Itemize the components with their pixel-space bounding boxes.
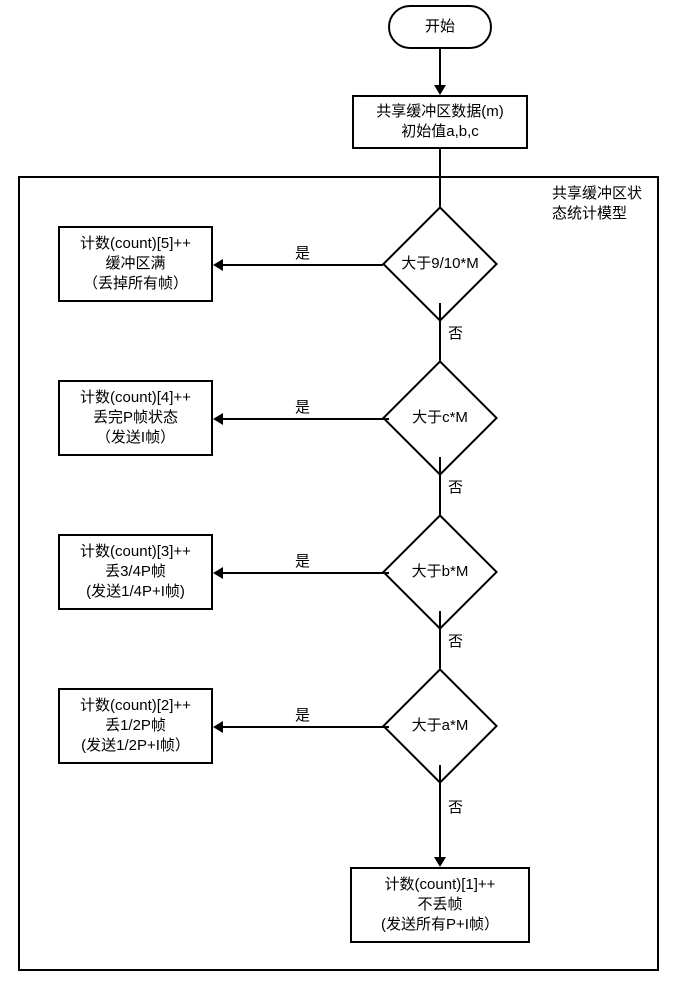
yes-label: 是 [295,552,310,572]
p5-line3: (发送所有P+I帧） [381,915,499,935]
p3-line1: 计数(count)[3]++ [80,542,191,562]
arrow-left-icon [213,413,223,425]
p2-line1: 计数(count)[4]++ [80,388,191,408]
arrow-down-icon [434,85,446,95]
module-title-l2: 态统计模型 [552,205,627,222]
no-label: 否 [448,632,463,652]
p3-line3: (发送1/4P+I帧) [86,582,185,602]
p1-line1: 计数(count)[5]++ [80,234,191,254]
p5-line1: 计数(count)[1]++ [385,875,496,895]
p3-node: 计数(count)[3]++ 丢3/4P帧 (发送1/4P+I帧) [58,534,213,610]
decision-d3: 大于b*M [373,532,507,612]
p2-line3: （发送I帧） [96,428,175,448]
start-label: 开始 [425,17,455,37]
yes-label: 是 [295,706,310,726]
p2-line2: 丢完P帧状态 [93,408,178,428]
decision-d2: 大于c*M [373,378,507,458]
edge-line [223,726,389,728]
p5-node: 计数(count)[1]++ 不丢帧 (发送所有P+I帧） [350,867,530,943]
init-line2: 初始值a,b,c [401,122,479,142]
init-line1: 共享缓冲区数据(m) [376,102,504,122]
p1-line2: 缓冲区满 [105,254,165,274]
arrow-left-icon [213,259,223,271]
edge-line [439,49,441,87]
edge-line [223,264,383,266]
module-title: 共享缓冲区状 态统计模型 [552,184,654,223]
p5-line2: 不丢帧 [417,895,462,915]
arrow-down-icon [434,857,446,867]
no-label: 否 [448,324,463,344]
decision-d1: 大于9/10*M [367,224,513,304]
p4-node: 计数(count)[2]++ 丢1/2P帧 (发送1/2P+I帧） [58,688,213,764]
decision-d4: 大于a*M [373,686,507,766]
d3-label: 大于b*M [412,562,469,582]
start-node: 开始 [388,5,492,49]
d2-label: 大于c*M [412,408,468,428]
arrow-left-icon [213,721,223,733]
p4-line2: 丢1/2P帧 [105,716,166,736]
module-title-l1: 共享缓冲区状 [552,185,642,202]
no-label: 否 [448,478,463,498]
no-label: 否 [448,798,463,818]
yes-label: 是 [295,244,310,264]
edge-line [223,572,389,574]
p4-line3: (发送1/2P+I帧） [81,736,190,756]
p1-node: 计数(count)[5]++ 缓冲区满 （丢掉所有帧） [58,226,213,302]
p3-line2: 丢3/4P帧 [105,562,166,582]
p4-line1: 计数(count)[2]++ [80,696,191,716]
d1-label: 大于9/10*M [401,254,479,274]
p1-line3: （丢掉所有帧） [83,274,188,294]
p2-node: 计数(count)[4]++ 丢完P帧状态 （发送I帧） [58,380,213,456]
d4-label: 大于a*M [412,716,469,736]
yes-label: 是 [295,398,310,418]
arrow-left-icon [213,567,223,579]
edge-line [439,765,441,857]
init-node: 共享缓冲区数据(m) 初始值a,b,c [352,95,528,149]
edge-line [223,418,389,420]
